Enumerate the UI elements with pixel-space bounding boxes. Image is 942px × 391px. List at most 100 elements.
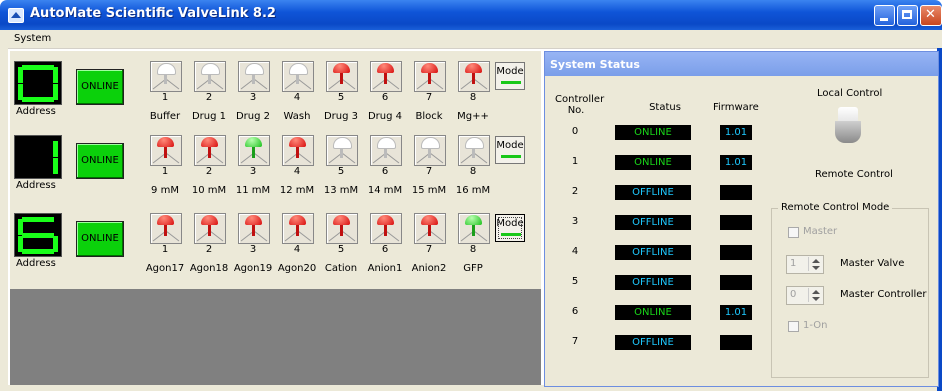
close-button[interactable] [920,5,942,26]
segment [22,233,54,238]
valve-name: 11 mM [235,185,271,196]
controller-number: 5 [571,276,579,287]
firmware-indicator: 1.01 [720,125,752,140]
firmware-indicator [720,215,752,230]
mode-label: Mode [496,66,524,77]
valve-button[interactable] [282,213,314,244]
valve-name: 13 mM [323,185,359,196]
segment [18,236,23,252]
online-button[interactable]: ONLINE [76,221,124,257]
master-checkbox[interactable] [788,227,799,238]
controller-number: 7 [571,336,579,347]
status-indicator: ONLINE [615,155,691,170]
valve-button[interactable] [414,135,446,166]
master-controller-label: Master Controller [840,289,927,300]
menu-system[interactable]: System [14,33,51,44]
firmware-indicator [720,185,752,200]
one-on-checkbox[interactable] [788,321,799,332]
valve-button[interactable] [194,213,226,244]
valve-number: 8 [469,92,477,103]
address-label: Address [16,258,56,269]
spinner-arrows-icon[interactable] [808,288,822,302]
minimize-button[interactable] [874,5,895,26]
valve-name: 10 mM [191,185,227,196]
valve-button[interactable] [414,213,446,244]
valve-button[interactable] [194,135,226,166]
segment [22,249,54,254]
valve-button[interactable] [282,61,314,92]
firmware-indicator [720,335,752,350]
valve-name: Agon18 [189,263,229,274]
master-label: Master [803,226,838,237]
valve-button[interactable] [150,135,182,166]
valve-light-icon [465,215,482,225]
master-valve-label: Master Valve [840,258,905,269]
valve-number: 2 [205,92,213,103]
valve-button[interactable] [326,135,358,166]
control-toggle-switch[interactable] [835,107,861,145]
valve-button[interactable] [326,213,358,244]
online-button[interactable]: ONLINE [76,69,124,105]
firmware-indicator: 1.01 [720,155,752,170]
status-indicator: ONLINE [615,305,691,320]
address-label: Address [16,106,56,117]
valve-button[interactable] [150,61,182,92]
remote-control-mode-group: Remote Control Mode Master 1 Master Valv… [771,202,929,378]
mode-button[interactable]: Mode [495,136,525,164]
valve-number: 1 [161,244,169,255]
online-button[interactable]: ONLINE [76,143,124,179]
valve-number: 2 [205,244,213,255]
valve-button[interactable] [370,61,402,92]
system-status-titlebar[interactable]: System Status [545,52,938,76]
valve-button[interactable] [282,135,314,166]
valve-number: 4 [293,166,301,177]
valve-name: Drug 2 [235,111,271,122]
mode-button[interactable]: Mode [495,214,525,242]
master-controller-spinner[interactable]: 0 [786,286,824,305]
valve-button[interactable] [370,213,402,244]
valve-light-icon [201,63,220,75]
valve-number: 5 [337,92,345,103]
valve-light-icon [157,215,174,225]
valve-light-icon [333,63,350,73]
valve-button[interactable] [194,61,226,92]
valve-number: 6 [381,92,389,103]
controller-number: 1 [571,156,579,167]
valve-name: Buffer [149,111,181,122]
master-valve-spinner[interactable]: 1 [786,255,824,274]
valve-button[interactable] [326,61,358,92]
address-digit-display [14,61,62,105]
valve-button[interactable] [238,213,270,244]
master-valve-value: 1 [790,258,797,269]
maximize-button[interactable] [897,5,918,26]
controllers-panel: Address ONLINE 1 Buffer 2 Drug 1 3 Drug 2 4 Wash 5… [10,51,541,289]
valve-button[interactable] [414,61,446,92]
mode-button[interactable]: Mode [495,62,525,90]
col-firmware-header: Firmware [713,102,759,113]
valve-button[interactable] [458,135,490,166]
valve-name: 14 mM [367,185,403,196]
valve-light-icon [465,137,484,149]
controller-number: 0 [571,126,579,137]
valve-light-icon [245,63,264,75]
mode-indicator [501,233,521,236]
valve-button[interactable] [458,213,490,244]
remote-control-mode-title: Remote Control Mode [778,202,893,213]
valve-light-icon [245,215,262,225]
col-controller-header: Controller No. [555,94,605,116]
valve-name: GFP [463,263,483,274]
valve-number: 4 [293,244,301,255]
valve-button[interactable] [370,135,402,166]
valve-button[interactable] [238,61,270,92]
app-icon[interactable] [8,8,24,23]
valve-button[interactable] [458,61,490,92]
valve-number: 4 [293,92,301,103]
valve-button[interactable] [238,135,270,166]
spinner-arrows-icon[interactable] [808,257,822,271]
mode-label: Mode [496,218,524,229]
segment [22,217,54,222]
menu-bar: System [0,30,942,49]
valve-button[interactable] [150,213,182,244]
status-indicator: OFFLINE [615,215,691,230]
valve-number: 2 [205,166,213,177]
